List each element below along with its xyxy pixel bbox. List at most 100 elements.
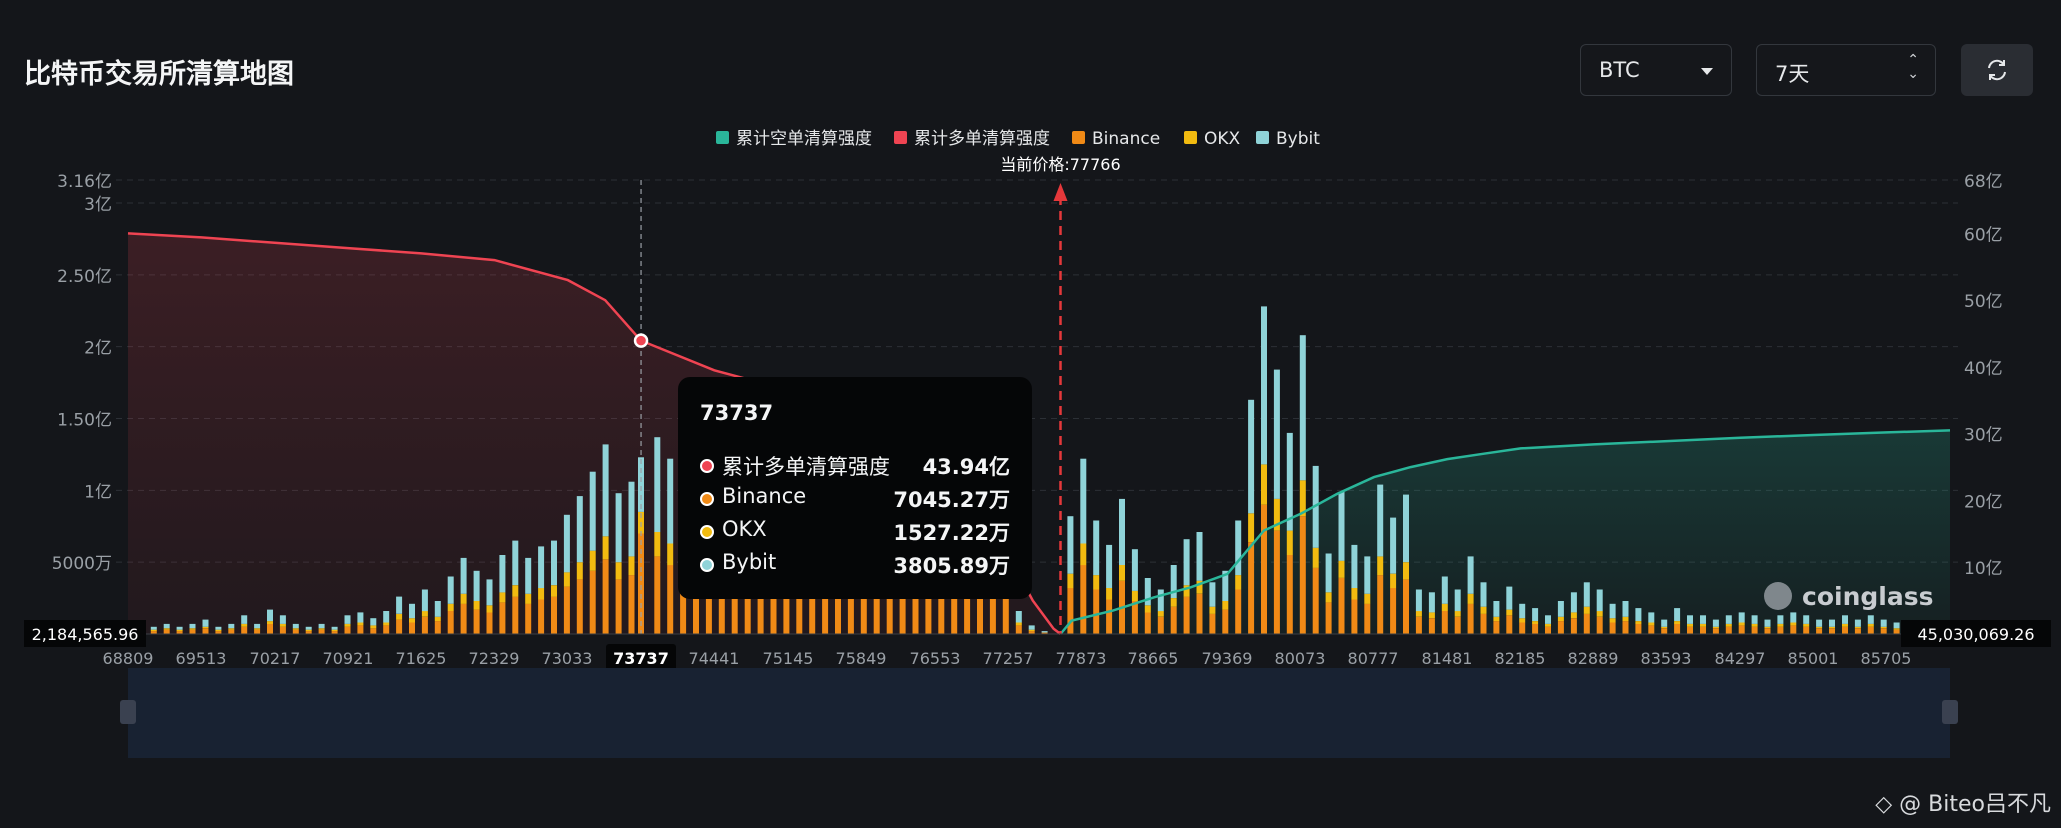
bar-okx <box>1364 593 1371 604</box>
legend-label: 累计空单清算强度 <box>736 129 872 149</box>
left-axis-tick-label: 5000万 <box>52 554 112 574</box>
right-axis-tick-label: 20亿 <box>1964 492 2003 512</box>
bar-okx <box>1351 588 1358 600</box>
bar-binance <box>1687 626 1693 634</box>
bar-okx <box>1093 575 1100 590</box>
bar-bybit <box>447 576 454 604</box>
bar-bybit <box>1570 592 1577 613</box>
bar-binance <box>1532 623 1539 634</box>
bar-binance <box>1893 629 1900 634</box>
bar-bybit <box>228 623 235 629</box>
zoom-handle-left[interactable] <box>120 700 136 724</box>
bar-okx <box>254 628 261 630</box>
x-tick-label: 77257 <box>983 649 1034 668</box>
bar-bybit <box>1364 556 1371 594</box>
bar-bybit <box>1286 432 1293 531</box>
x-tick-label: 77873 <box>1056 649 1107 668</box>
bar-bybit <box>563 514 570 573</box>
bar-okx <box>1725 623 1732 627</box>
bar-bybit <box>254 623 261 629</box>
bar-binance <box>628 575 635 634</box>
bar-binance <box>409 622 415 634</box>
bar-binance <box>460 603 467 634</box>
bar-binance <box>1454 616 1461 634</box>
bar-binance <box>1428 618 1435 634</box>
bar-okx <box>576 562 583 580</box>
bar-bybit <box>1519 603 1526 619</box>
bar-okx <box>434 616 441 622</box>
bar-binance <box>1816 628 1823 634</box>
bar-binance <box>525 603 532 634</box>
bar-okx <box>150 629 157 632</box>
bar-okx <box>460 593 467 604</box>
zoom-handle-right[interactable] <box>1942 700 1958 724</box>
bar-okx <box>228 628 235 630</box>
bar-bybit <box>1700 615 1706 624</box>
bar-binance <box>1351 599 1358 634</box>
zoom-slider-track[interactable] <box>128 668 1950 758</box>
tooltip-dot <box>700 525 714 539</box>
bar-bybit <box>1545 615 1551 624</box>
bar-okx <box>1687 623 1693 627</box>
bar-okx <box>1131 590 1138 601</box>
bar-bybit <box>409 603 415 619</box>
bar-okx <box>215 629 222 632</box>
tooltip-dot <box>700 492 714 506</box>
bar-binance <box>1854 628 1861 634</box>
left-axis-tick-label: 2.50亿 <box>57 267 112 287</box>
bar-okx <box>189 628 196 630</box>
bar-okx <box>1080 543 1087 566</box>
legend-label: Binance <box>1092 129 1160 149</box>
bar-bybit <box>1893 622 1900 629</box>
bar-bybit <box>215 626 222 630</box>
right-axis-tick-label: 68亿 <box>1964 172 2003 192</box>
right-axis-tick-label: 40亿 <box>1964 359 2003 379</box>
bar-binance <box>1545 626 1551 634</box>
bar-okx <box>1248 513 1255 542</box>
x-tick-label: 83593 <box>1641 649 1692 668</box>
bar-bybit <box>638 457 644 512</box>
x-tick-label: 80777 <box>1348 649 1399 668</box>
bar-okx <box>1545 623 1551 627</box>
bar-bybit <box>1235 520 1242 576</box>
bar-bybit <box>344 615 351 624</box>
bar-okx <box>1596 611 1603 617</box>
bar-binance <box>1364 603 1371 634</box>
bar-binance <box>434 621 441 634</box>
bar-bybit <box>1493 601 1500 617</box>
bar-binance <box>1738 625 1745 634</box>
bar-bybit <box>525 557 532 594</box>
bar-okx <box>1441 603 1448 611</box>
bar-binance <box>1261 504 1267 634</box>
bar-okx <box>473 601 480 610</box>
x-tick-label: 79369 <box>1202 649 1253 668</box>
bar-bybit <box>150 626 157 630</box>
right-axis-tick-label: 10亿 <box>1964 559 2003 579</box>
bar-okx <box>1144 605 1151 613</box>
bar-bybit <box>1687 615 1693 624</box>
left-axis-tick-label: 1.50亿 <box>57 410 112 430</box>
bar-okx <box>421 611 428 617</box>
bar-bybit <box>1183 539 1190 586</box>
bar-bybit <box>1119 498 1125 565</box>
legend-swatch <box>1072 131 1085 144</box>
bar-bybit <box>1674 608 1681 621</box>
bar-okx <box>1415 611 1422 617</box>
bar-binance <box>1557 621 1564 634</box>
bar-okx <box>1119 565 1125 581</box>
tooltip-dot <box>700 558 714 572</box>
bar-okx <box>1338 560 1345 578</box>
bar-binance <box>1415 616 1422 634</box>
bar-okx <box>163 628 170 630</box>
bar-binance <box>1596 616 1603 634</box>
bar-okx <box>1674 621 1681 624</box>
bar-binance <box>1467 603 1474 634</box>
bar-bybit <box>421 589 428 612</box>
bar-binance <box>447 611 454 634</box>
bar-bybit <box>512 540 519 586</box>
bar-bybit <box>654 437 661 532</box>
bar-okx <box>1209 606 1216 614</box>
bar-binance <box>1506 615 1513 634</box>
bar-okx <box>1428 612 1435 619</box>
bar-binance <box>1377 575 1384 634</box>
